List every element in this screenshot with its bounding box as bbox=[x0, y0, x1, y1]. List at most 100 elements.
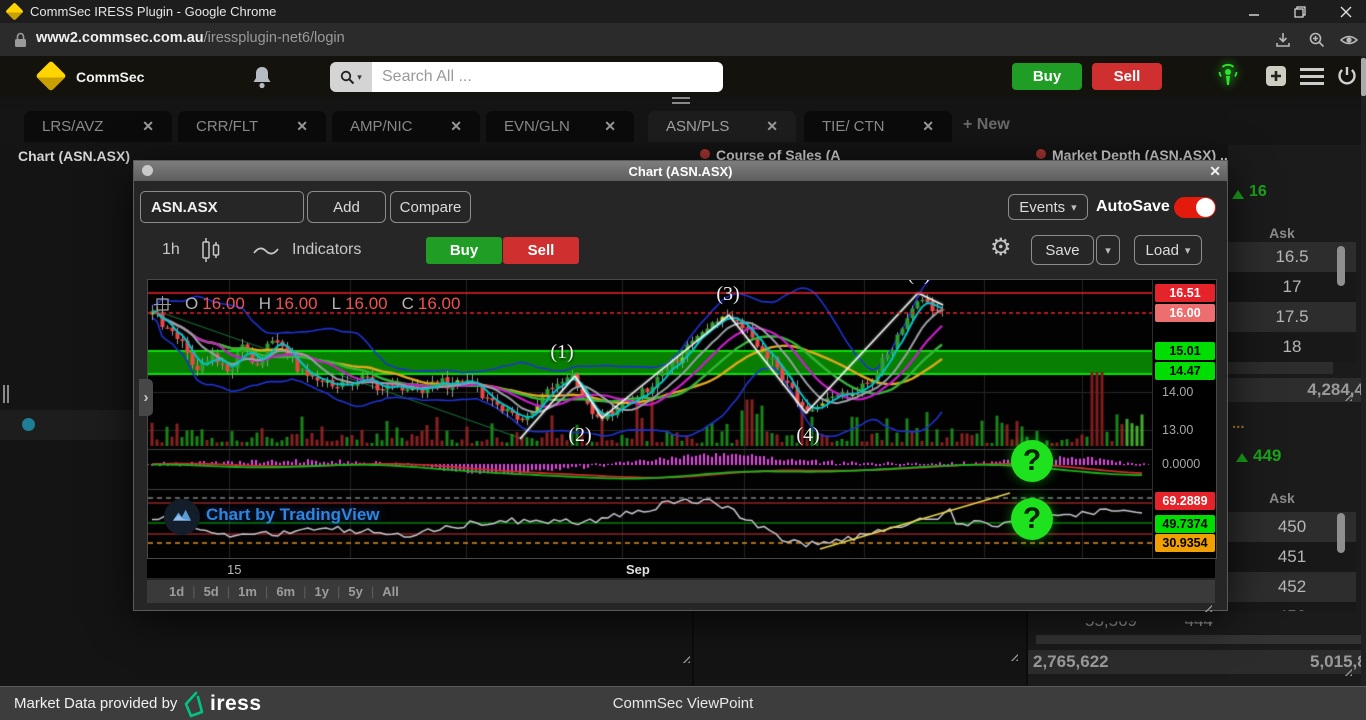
candlestick-style-icon[interactable] bbox=[200, 237, 222, 263]
clipped-volume: 55,569 bbox=[1057, 611, 1137, 631]
app-toolbar: CommSec ▾ Buy Sell bbox=[0, 56, 1366, 97]
new-tab-button[interactable]: + New bbox=[963, 116, 1010, 134]
toolbar-drag-handle[interactable] bbox=[672, 97, 690, 104]
power-icon[interactable] bbox=[1336, 65, 1358, 87]
bell-icon[interactable] bbox=[250, 64, 274, 90]
total-ask-volume: 5,015,8 bbox=[1310, 652, 1366, 672]
load-dropdown-button[interactable]: Load▾ bbox=[1134, 235, 1202, 265]
chart-sell-button[interactable]: Sell bbox=[503, 237, 579, 264]
scrollbar-thumb-bottom[interactable] bbox=[1337, 513, 1345, 553]
tab-close-icon[interactable]: ✕ bbox=[450, 118, 462, 135]
tab-close-icon[interactable]: ✕ bbox=[296, 118, 308, 135]
chevron-down-icon: ▾ bbox=[1071, 201, 1077, 214]
tab-amp-nic[interactable]: AMP/NIC ✕ bbox=[332, 111, 480, 142]
menu-icon[interactable] bbox=[1300, 68, 1324, 85]
resize-grip-mid-widget[interactable] bbox=[1008, 651, 1018, 661]
save-dropdown-button[interactable]: ▾ bbox=[1096, 235, 1120, 265]
compare-button[interactable]: Compare bbox=[390, 191, 471, 223]
price-label: 14.00 bbox=[1155, 383, 1217, 401]
tradingview-attribution[interactable]: Chart by TradingView bbox=[206, 505, 380, 525]
tab-tie-ctn[interactable]: TIE/ CTN✕ bbox=[804, 111, 952, 142]
range-button-1m[interactable]: 1m bbox=[230, 584, 265, 599]
gear-icon[interactable]: ⚙ bbox=[990, 233, 1012, 262]
dialog-resize-grip[interactable] bbox=[1202, 602, 1212, 612]
help-icon[interactable]: ? bbox=[1011, 498, 1053, 540]
price-label: 69.2889 bbox=[1155, 492, 1215, 510]
lock-icon bbox=[14, 32, 27, 48]
eye-icon[interactable] bbox=[1340, 32, 1358, 48]
ask-price-row[interactable]: 17.5 bbox=[1228, 302, 1356, 332]
save-button[interactable]: Save bbox=[1031, 235, 1094, 265]
tab-asn-pls[interactable]: ASN/PLS✕ bbox=[648, 111, 796, 142]
events-dropdown[interactable]: Events▾ bbox=[1008, 194, 1088, 220]
tab-close-icon[interactable]: ✕ bbox=[142, 118, 154, 135]
close-button[interactable] bbox=[1335, 4, 1357, 19]
price-label: 30.9354 bbox=[1155, 534, 1215, 552]
minimize-button[interactable] bbox=[1243, 4, 1265, 19]
range-button-all[interactable]: All bbox=[374, 584, 407, 599]
background-row-highlight bbox=[0, 410, 133, 440]
tab-label: EVN/GLN bbox=[504, 118, 570, 135]
download-icon[interactable] bbox=[1274, 31, 1292, 49]
search-scope-button[interactable]: ▾ bbox=[330, 62, 372, 92]
price-label: 49.7374 bbox=[1155, 515, 1215, 533]
range-button-6m[interactable]: 6m bbox=[268, 584, 303, 599]
price-scale[interactable]: 16.5116.0015.0114.4714.0013.000.000069.2… bbox=[1152, 280, 1216, 558]
resize-grip-left-widget[interactable] bbox=[680, 653, 690, 663]
indicators-button[interactable]: Indicators bbox=[292, 241, 361, 259]
widget-divider bbox=[692, 611, 694, 686]
chart-buy-button[interactable]: Buy bbox=[426, 237, 502, 264]
chart-widget-title[interactable]: Chart (ASN.ASX) bbox=[18, 148, 130, 164]
splitter-handle[interactable] bbox=[3, 385, 5, 403]
zoom-in-icon[interactable] bbox=[1308, 31, 1326, 49]
up-triangle-icon-2 bbox=[1236, 453, 1248, 462]
autosave-toggle[interactable] bbox=[1174, 197, 1216, 218]
range-button-1y[interactable]: 1y bbox=[307, 584, 337, 599]
sell-button[interactable]: Sell bbox=[1092, 63, 1162, 90]
window-title: CommSec IRESS Plugin - Google Chrome bbox=[30, 4, 276, 19]
add-button[interactable]: Add bbox=[307, 191, 386, 223]
scrollbar-track[interactable] bbox=[1361, 56, 1366, 686]
tab-close-icon[interactable]: ✕ bbox=[604, 118, 616, 135]
collapse-panel-chevron[interactable]: › bbox=[139, 379, 153, 416]
ask-price-row[interactable]: 452 bbox=[1228, 572, 1356, 602]
change-value-top: 16 bbox=[1249, 183, 1267, 201]
search-input[interactable] bbox=[372, 62, 723, 92]
time-axis[interactable]: 15Sep bbox=[147, 558, 1215, 578]
tab-label: AMP/NIC bbox=[350, 118, 413, 135]
tab-close-icon[interactable]: ✕ bbox=[922, 118, 934, 135]
line-style-icon[interactable] bbox=[252, 243, 280, 257]
symbol-input[interactable] bbox=[140, 191, 304, 223]
range-button-1d[interactable]: 1d bbox=[161, 584, 192, 599]
time-tick-label: Sep bbox=[626, 562, 650, 577]
alerts-beacon-icon[interactable] bbox=[1216, 63, 1240, 90]
elliott-wave-label: (2) bbox=[568, 424, 591, 447]
restore-button[interactable] bbox=[1289, 4, 1311, 19]
buy-button[interactable]: Buy bbox=[1012, 63, 1082, 90]
range-selector-bar: 1d|5d|1m|6m|1y|5y|All bbox=[147, 580, 1215, 603]
scrollbar-thumb[interactable] bbox=[1361, 58, 1366, 96]
splitter-handle-2[interactable] bbox=[7, 385, 9, 403]
dialog-close-icon[interactable]: ✕ bbox=[1209, 163, 1221, 180]
price-label: 15.01 bbox=[1155, 342, 1215, 360]
tradingview-logo[interactable] bbox=[164, 499, 200, 535]
tab-lrs-avz[interactable]: LRS/AVZ✕ bbox=[24, 111, 172, 142]
ohlc-legend: O16.00 H16.00 L16.00 C16.00 bbox=[154, 294, 460, 314]
price-label: 16.51 bbox=[1155, 284, 1215, 302]
url-text[interactable]: www2.commsec.com.au/iressplugin-net6/log… bbox=[36, 30, 345, 46]
range-button-5y[interactable]: 5y bbox=[340, 584, 370, 599]
scrollbar-thumb-top[interactable] bbox=[1337, 246, 1345, 286]
tab-close-icon[interactable]: ✕ bbox=[766, 118, 778, 135]
add-widget-icon[interactable] bbox=[1266, 66, 1286, 86]
clipped-bid: 444 bbox=[1178, 611, 1213, 631]
ask-header-bottom: Ask bbox=[1252, 490, 1312, 506]
tab-evn-gln[interactable]: EVN/GLN ✕ bbox=[486, 111, 634, 142]
ask-price-row[interactable]: 18 bbox=[1228, 332, 1356, 362]
status-footer: Market Data provided by iress CommSec Vi… bbox=[0, 686, 1366, 720]
dialog-header[interactable]: Chart (ASN.ASX) ✕ bbox=[134, 161, 1227, 181]
range-button-5d[interactable]: 5d bbox=[196, 584, 227, 599]
tab-crr-flt[interactable]: CRR/FLT✕ bbox=[178, 111, 326, 142]
chevron-down-icon: ▾ bbox=[357, 72, 362, 83]
help-icon[interactable]: ? bbox=[1011, 440, 1053, 482]
interval-button[interactable]: 1h bbox=[162, 241, 180, 259]
